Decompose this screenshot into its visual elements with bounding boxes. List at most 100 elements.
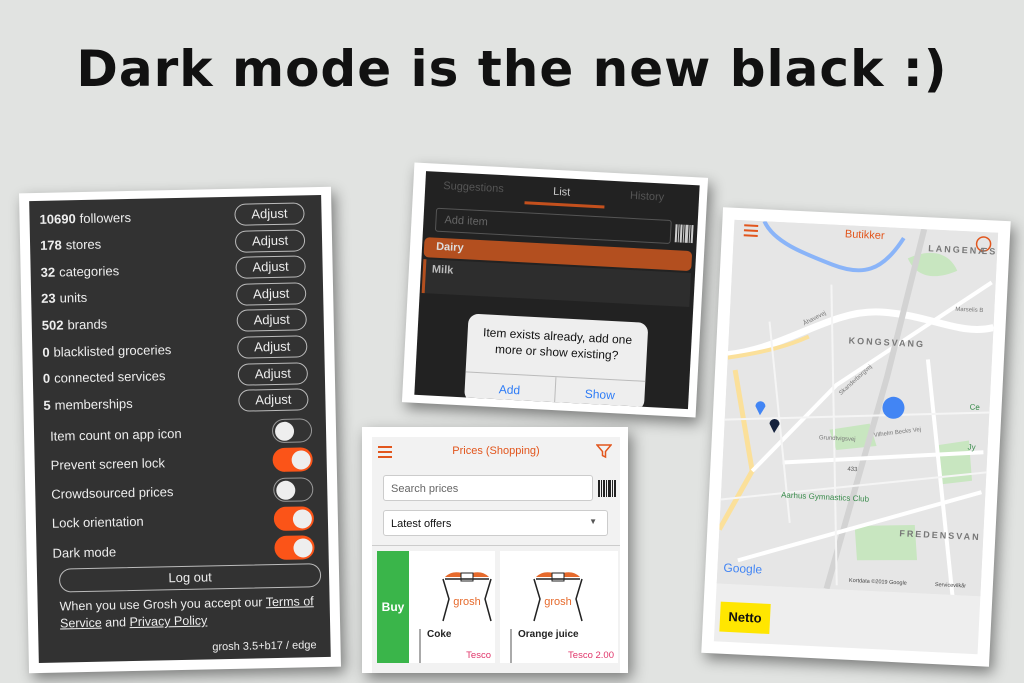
stat-name: memberships <box>54 395 133 413</box>
toggle-switch[interactable] <box>274 535 315 561</box>
sort-value: Latest offers <box>391 518 452 530</box>
stat-name: brands <box>67 316 108 333</box>
toggle-row: Item count on app icon <box>49 417 313 448</box>
settings-screenshot: Log out When you use Grosh you accept ou… <box>19 186 341 674</box>
stat-name: followers <box>79 209 132 226</box>
tab-list[interactable]: List <box>553 186 571 199</box>
filter-icon[interactable] <box>595 443 613 464</box>
stat-count: 502 <box>41 317 64 333</box>
store-map[interactable]: Butikker LANGENÆS KONGSVANG FREDENSVAN A… <box>716 219 999 597</box>
headline: Dark mode is the new black :) <box>76 40 948 98</box>
toggle-switch[interactable] <box>273 476 314 502</box>
logout-button[interactable]: Log out <box>58 563 322 593</box>
stat-name: categories <box>58 262 120 280</box>
page-title: Prices (Shopping) <box>452 445 540 457</box>
stat-row: 5 memberships Adjust <box>43 387 309 417</box>
store-badge[interactable]: Netto <box>719 601 771 634</box>
barcode-icon[interactable] <box>674 224 694 244</box>
stat-name: units <box>59 290 88 306</box>
divider <box>372 545 620 546</box>
product-name: Coke <box>419 629 451 663</box>
product-card[interactable]: grosh Coke Tesco <box>409 551 495 663</box>
buy-button[interactable]: Buy <box>377 551 409 663</box>
stat-label: 178 stores <box>40 237 101 253</box>
toggle-switch[interactable] <box>272 447 313 473</box>
search-input[interactable]: Search prices <box>383 475 593 501</box>
sort-select[interactable]: Latest offers ▼ <box>383 510 608 536</box>
tab-history[interactable]: History <box>630 190 665 204</box>
product-card[interactable]: grosh Orange juice Tesco 2.00 <box>500 551 618 663</box>
version-label: grosh 3.5+b17 / edge <box>212 639 317 654</box>
toggle-row: Prevent screen lock <box>50 447 313 478</box>
dialog-message: Item exists already, add one more or sho… <box>482 325 633 363</box>
adjust-button[interactable]: Adjust <box>236 308 307 333</box>
terms-prefix: When you use Grosh you accept our <box>59 595 266 614</box>
barcode-icon[interactable] <box>598 480 616 497</box>
terms-and: and <box>101 615 130 630</box>
toggle-switch[interactable] <box>271 418 313 444</box>
stat-count: 32 <box>40 264 56 280</box>
stat-row: 0 connected services Adjust <box>43 361 309 391</box>
adjust-button[interactable]: Adjust <box>234 202 305 226</box>
grosh-bag-logo: grosh <box>533 572 583 622</box>
grosh-bag-logo: grosh <box>442 572 492 622</box>
stat-count: 0 <box>42 370 51 386</box>
stat-count: 23 <box>41 290 56 307</box>
toggle-row: Lock orientation <box>51 505 315 536</box>
stat-row: 10690 followers Adjust <box>39 201 305 231</box>
toggle-label: Dark mode <box>52 544 117 561</box>
stat-count: 0 <box>42 344 50 360</box>
google-logo: Google <box>723 561 763 577</box>
show-button[interactable]: Show <box>553 377 646 410</box>
adjust-button[interactable]: Adjust <box>235 255 306 279</box>
duplicate-item-dialog: Item exists already, add one more or sho… <box>464 313 649 410</box>
route-shield: 433 <box>847 467 858 474</box>
toggle-row: Crowdsourced prices <box>51 476 314 507</box>
stat-label: 23 units <box>41 290 87 306</box>
stat-count: 178 <box>39 237 62 253</box>
menu-icon[interactable] <box>743 224 759 237</box>
stat-row: 32 categories Adjust <box>40 255 306 285</box>
map-title: Butikker <box>845 228 886 242</box>
stat-name: blacklisted groceries <box>53 341 172 360</box>
adjust-button[interactable]: Adjust <box>237 361 309 386</box>
stat-row: 23 units Adjust <box>41 281 307 311</box>
adjust-button[interactable]: Adjust <box>235 282 307 306</box>
toggle-label: Item count on app icon <box>49 425 182 444</box>
adjust-button[interactable]: Adjust <box>238 388 309 412</box>
map-label: Jy <box>967 442 975 451</box>
product-price: Tesco <box>466 650 491 661</box>
svg-text:grosh: grosh <box>453 596 481 608</box>
adjust-button[interactable]: Adjust <box>237 335 308 359</box>
settings-panel: Log out When you use Grosh you accept ou… <box>29 194 331 664</box>
prices-screenshot: Prices (Shopping) Search prices Latest o… <box>362 427 628 673</box>
stat-label: 0 blacklisted groceries <box>42 342 171 360</box>
active-tab-indicator <box>524 201 605 209</box>
stat-row: 178 stores Adjust <box>40 228 306 258</box>
stat-label: 32 categories <box>41 263 120 280</box>
stat-label: 502 brands <box>42 316 108 332</box>
stat-label: 5 memberships <box>43 396 133 413</box>
toggle-switch[interactable] <box>273 506 315 531</box>
svg-text:grosh: grosh <box>544 596 572 608</box>
tab-suggestions[interactable]: Suggestions <box>443 180 504 195</box>
stat-count: 5 <box>43 397 51 413</box>
toggle-label: Lock orientation <box>51 514 144 532</box>
toggle-label: Prevent screen lock <box>50 455 166 473</box>
terms-text: When you use Grosh you accept our Terms … <box>60 593 323 632</box>
stat-count: 10690 <box>39 210 76 227</box>
stat-label: 10690 followers <box>39 209 131 226</box>
map-label: Ce <box>969 403 980 413</box>
map-screenshot: Butikker LANGENÆS KONGSVANG FREDENSVAN A… <box>701 207 1011 667</box>
stat-label: 0 connected services <box>43 368 166 386</box>
toggle-label: Crowdsourced prices <box>51 484 174 502</box>
add-button[interactable]: Add <box>464 372 555 406</box>
stat-row: 502 brands Adjust <box>42 308 307 338</box>
stat-name: connected services <box>53 368 166 386</box>
stat-name: stores <box>65 236 102 253</box>
toggle-row: Dark mode <box>52 534 315 565</box>
privacy-link[interactable]: Privacy Policy <box>129 613 207 629</box>
chevron-down-icon: ▼ <box>589 517 597 526</box>
adjust-button[interactable]: Adjust <box>234 228 306 253</box>
list-screenshot: Suggestions List History Add item Dairy … <box>401 162 709 418</box>
